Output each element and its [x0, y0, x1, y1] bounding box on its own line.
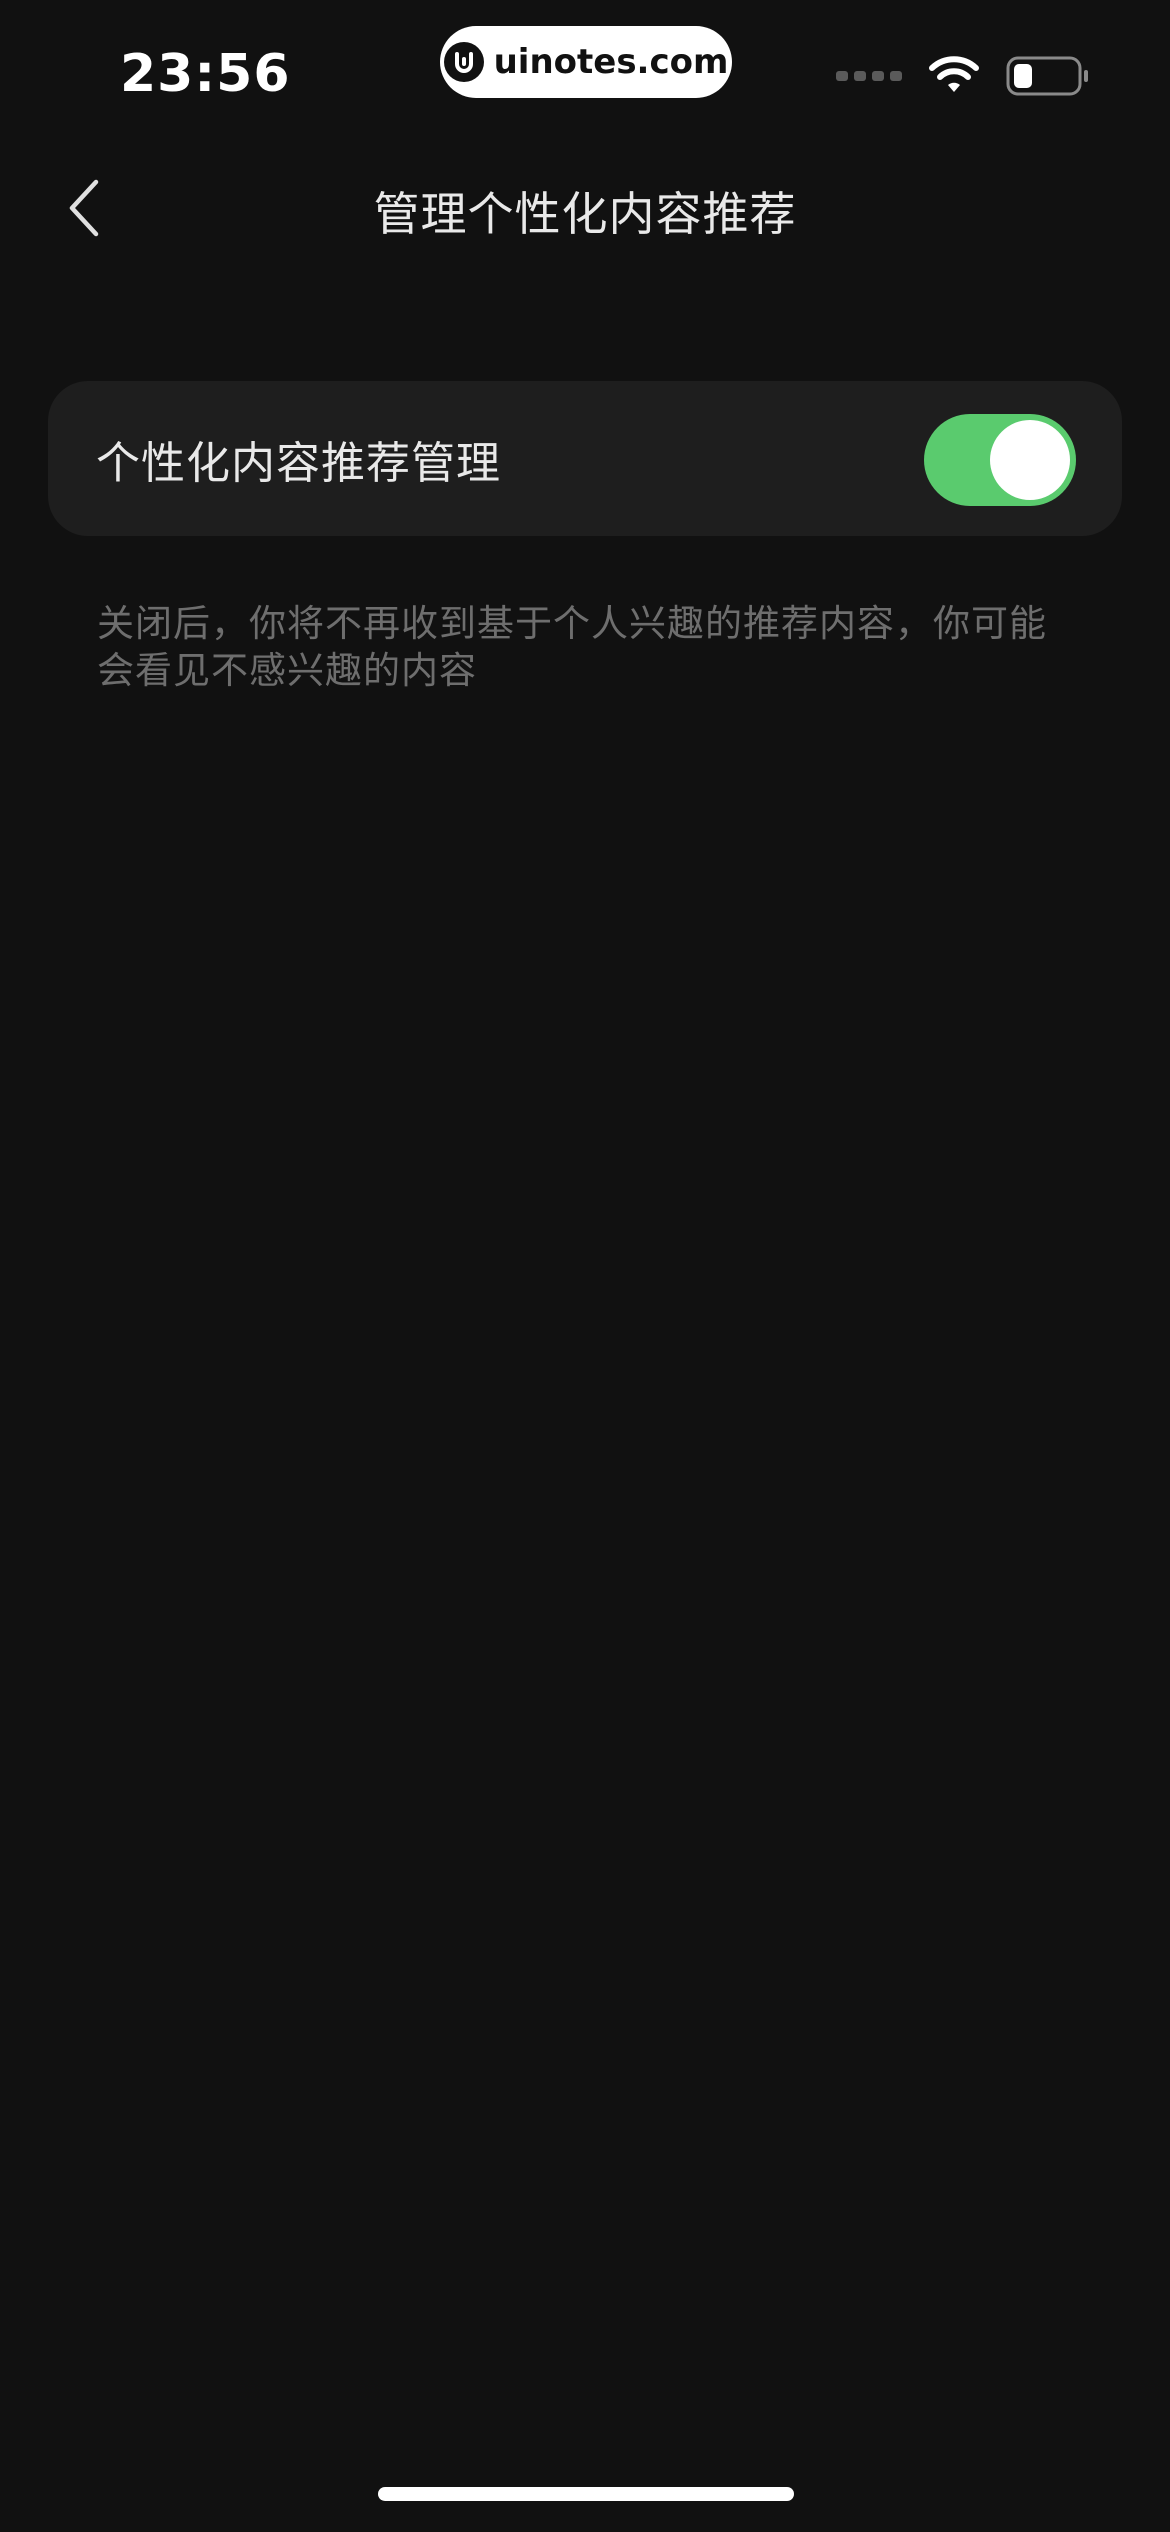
cellular-signal-icon	[836, 71, 902, 81]
watermark-text: uinotes.com	[493, 42, 729, 82]
personalized-recommendation-row: 个性化内容推荐管理	[48, 381, 1122, 536]
status-time: 23:56	[120, 44, 291, 104]
uinotes-logo-icon	[443, 42, 484, 82]
status-bar: 23:56 uinotes.com	[0, 0, 1170, 150]
screen: 23:56 uinotes.com 管理个性化内容推荐 个性化内容推荐管理 关闭…	[0, 0, 1170, 2532]
toggle-knob	[990, 420, 1070, 500]
personalized-recommendation-toggle[interactable]	[924, 414, 1076, 506]
wifi-icon	[929, 56, 979, 92]
page-title: 管理个性化内容推荐	[373, 187, 797, 241]
status-indicators	[836, 56, 1090, 96]
battery-icon	[1006, 56, 1088, 96]
navigation-bar: 管理个性化内容推荐	[0, 150, 1170, 266]
setting-label: 个性化内容推荐管理	[96, 437, 501, 489]
setting-description: 关闭后，你将不再收到基于个人兴趣的推荐内容，你可能会看见不感兴趣的内容	[97, 602, 1047, 692]
home-indicator[interactable]	[378, 2487, 794, 2501]
watermark-badge: uinotes.com	[440, 26, 732, 98]
